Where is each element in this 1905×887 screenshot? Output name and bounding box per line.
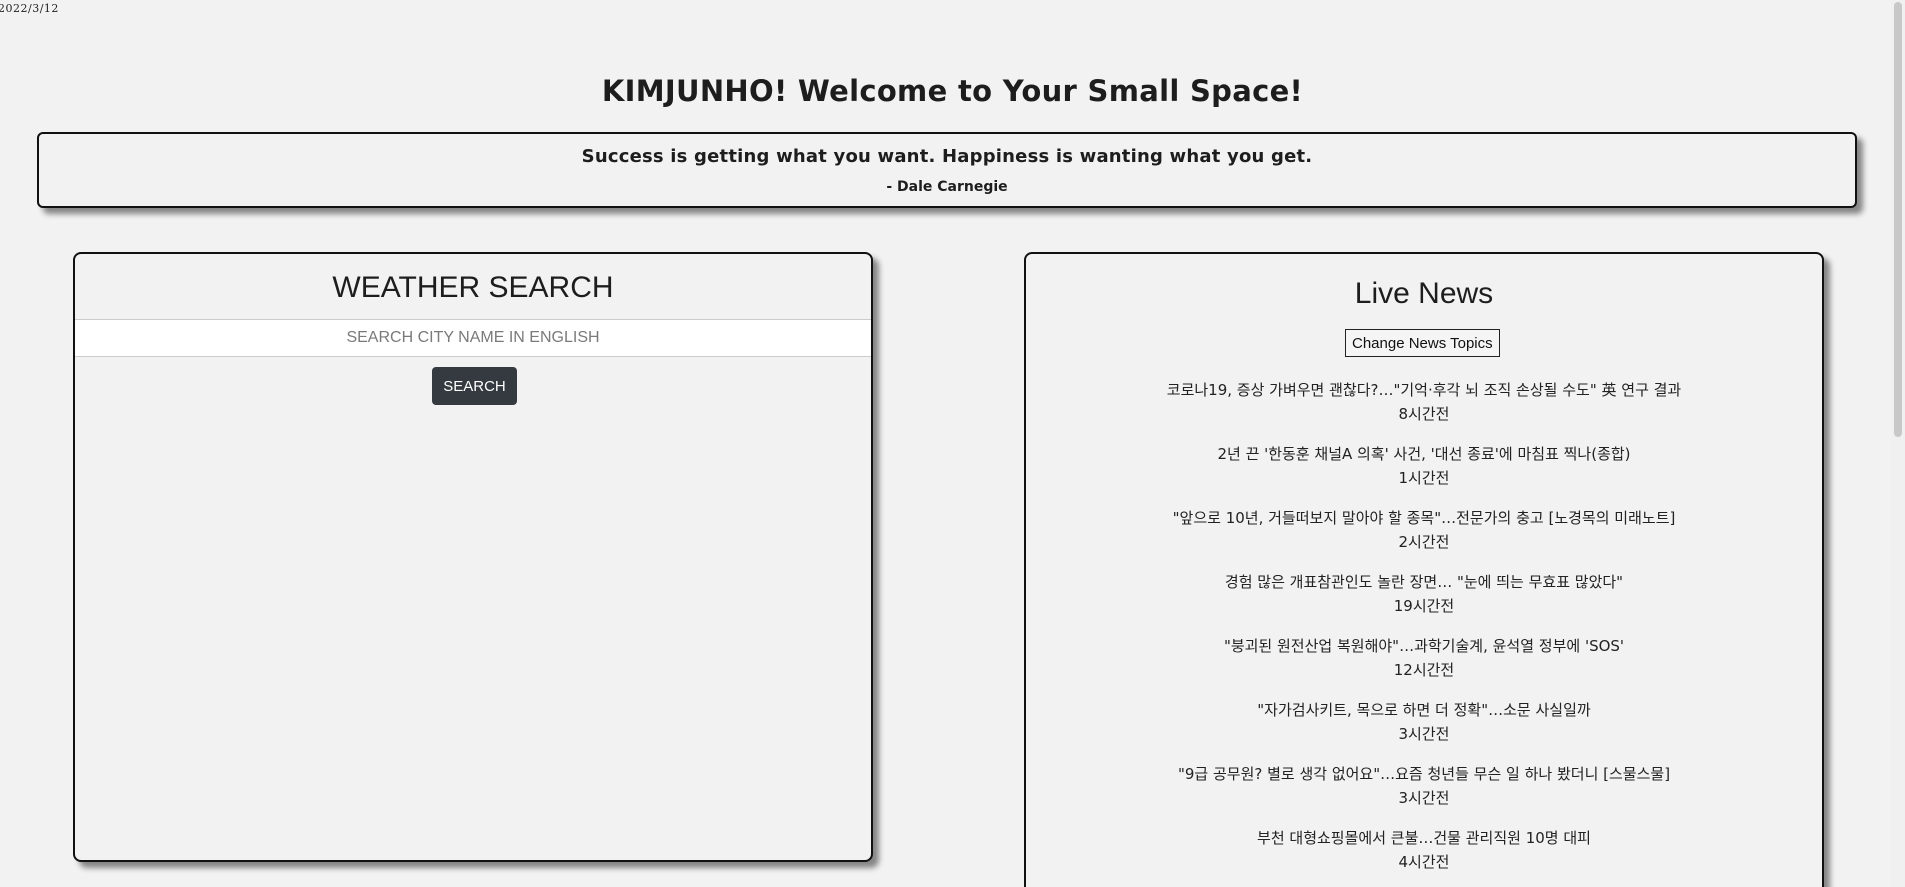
news-headline[interactable]: "붕괴된 원전산업 복원해야"…과학기술계, 윤석열 정부에 'SOS' (1026, 634, 1822, 658)
news-time: 1시간전 (1398, 469, 1450, 487)
quote-text: Success is getting what you want. Happin… (581, 146, 1313, 167)
news-time: 8시간전 (1398, 405, 1450, 423)
news-time: 3시간전 (1398, 789, 1450, 807)
news-headline[interactable]: 2년 끈 '한동훈 채널A 의혹' 사건, '대선 종료'에 마침표 찍나(종합… (1026, 442, 1822, 466)
news-item[interactable]: "자가검사키트, 목으로 하면 더 정확"…소문 사실일까 3시간전 (1026, 698, 1822, 762)
date-label: 2022/3/12 (0, 2, 59, 15)
news-item[interactable]: 코로나19, 증상 가벼우면 괜찮다?…"기억·후각 뇌 조직 손상될 수도" … (1026, 378, 1822, 442)
news-item[interactable]: 부천 대형쇼핑몰에서 큰불…건물 관리직원 10명 대피 4시간전 (1026, 826, 1822, 887)
news-item[interactable]: 2년 끈 '한동훈 채널A 의혹' 사건, '대선 종료'에 마침표 찍나(종합… (1026, 442, 1822, 506)
scrollbar-thumb[interactable] (1894, 2, 1902, 437)
news-time: 2시간전 (1398, 533, 1450, 551)
page-title: KIMJUNHO! Welcome to Your Small Space! (601, 74, 1304, 108)
news-title: Live News (1354, 277, 1494, 310)
news-item[interactable]: "붕괴된 원전산업 복원해야"…과학기술계, 윤석열 정부에 'SOS' 12시… (1026, 634, 1822, 698)
news-headline[interactable]: "앞으로 10년, 거들떠보지 말아야 할 종목"…전문가의 충고 [노경목의 … (1026, 506, 1822, 530)
news-time: 12시간전 (1393, 661, 1455, 679)
news-headline[interactable]: 코로나19, 증상 가벼우면 괜찮다?…"기억·후각 뇌 조직 손상될 수도" … (1026, 378, 1822, 402)
news-list: 코로나19, 증상 가벼우면 괜찮다?…"기억·후각 뇌 조직 손상될 수도" … (1026, 378, 1822, 887)
weather-title: WEATHER SEARCH (332, 271, 614, 304)
page: 2022/3/12 KIMJUNHO! Welcome to Your Smal… (0, 0, 1905, 887)
news-headline[interactable]: "자가검사키트, 목으로 하면 더 정확"…소문 사실일까 (1026, 698, 1822, 722)
weather-panel: WEATHER SEARCH SEARCH (73, 252, 873, 862)
news-headline[interactable]: 부천 대형쇼핑몰에서 큰불…건물 관리직원 10명 대피 (1026, 826, 1822, 850)
news-time: 3시간전 (1398, 725, 1450, 743)
news-item[interactable]: "9급 공무원? 별로 생각 없어요"…요즘 청년들 무슨 일 하나 봤더니 [… (1026, 762, 1822, 826)
news-panel: Live News Change News Topics 코로나19, 증상 가… (1024, 252, 1824, 887)
quote-box: Success is getting what you want. Happin… (37, 132, 1857, 208)
news-headline[interactable]: "9급 공무원? 별로 생각 없어요"…요즘 청년들 무슨 일 하나 봤더니 [… (1026, 762, 1822, 786)
change-news-topics-button[interactable]: Change News Topics (1345, 329, 1500, 357)
search-button[interactable]: SEARCH (432, 367, 517, 405)
news-headline[interactable]: 경험 많은 개표참관인도 놀란 장면… "눈에 띄는 무효표 많았다" (1026, 570, 1822, 594)
news-time: 4시간전 (1398, 853, 1450, 871)
news-time: 19시간전 (1393, 597, 1455, 615)
news-item[interactable]: "앞으로 10년, 거들떠보지 말아야 할 종목"…전문가의 충고 [노경목의 … (1026, 506, 1822, 570)
page-scrollbar[interactable] (1891, 0, 1905, 887)
news-item[interactable]: 경험 많은 개표참관인도 놀란 장면… "눈에 띄는 무효표 많았다" 19시간… (1026, 570, 1822, 634)
quote-author: - Dale Carnegie (886, 179, 1008, 195)
city-search-input[interactable] (75, 319, 871, 357)
